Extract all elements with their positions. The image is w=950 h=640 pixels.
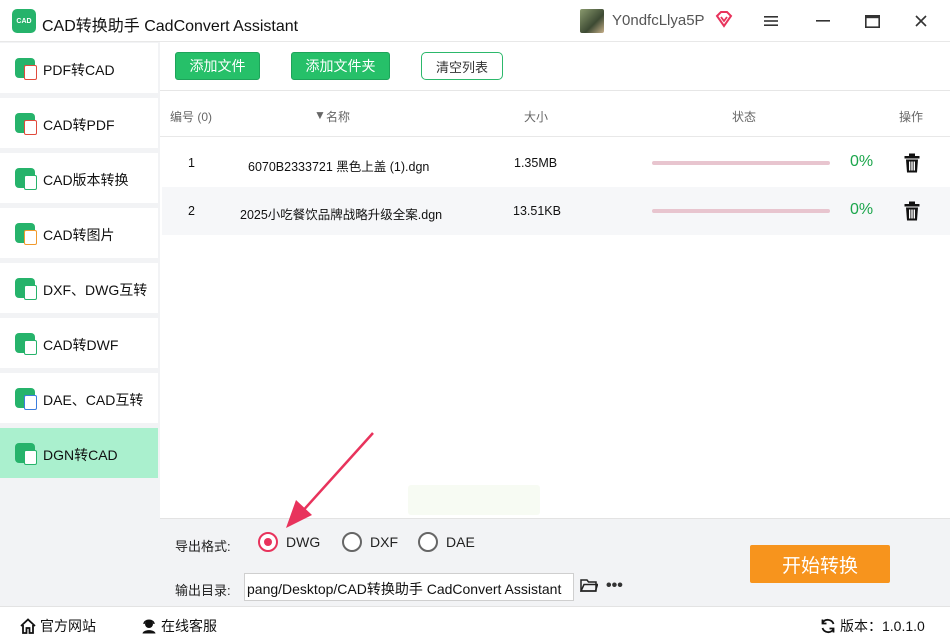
sidebar-item-label: DAE、CAD互转	[43, 392, 144, 408]
row-file-name: 2025小吃餐饮品牌战略升级全案.dgn	[240, 208, 443, 222]
output-dir-label: 输出目录:	[175, 583, 231, 598]
sidebar-item-label: CAD转PDF	[43, 117, 115, 133]
cad-to-dwf-icon	[15, 333, 37, 355]
radio-dae-label[interactable]: DAE	[446, 534, 475, 550]
radio-dxf-label[interactable]: DXF	[370, 534, 398, 550]
online-support-label: 在线客服	[161, 618, 217, 634]
progress-bar	[652, 161, 830, 165]
refresh-icon	[821, 618, 835, 634]
sidebar-item-dgn-to-cad[interactable]: DGN转CAD	[0, 428, 158, 478]
folder-icon[interactable]	[580, 577, 598, 593]
progress-percent: 0%	[850, 153, 874, 170]
table-row[interactable]: 1 6070B2333721 黑色上盖 (1).dgn 1.35MB 0%	[162, 139, 950, 187]
sidebar-item-label: DXF、DWG互转	[43, 282, 148, 298]
sidebar-item-label: CAD版本转换	[43, 172, 129, 188]
cad-to-pdf-icon	[15, 113, 37, 135]
row-file-size: 13.51KB	[513, 204, 561, 218]
progress-bar	[652, 209, 830, 213]
start-convert-button[interactable]: 开始转换	[750, 545, 890, 583]
dgn-to-cad-icon	[15, 443, 37, 465]
radio-dae[interactable]	[418, 532, 438, 552]
sidebar: PDF转CAD CAD转PDF CAD版本转换 CAD转图片 DXF、DWG互转…	[0, 42, 160, 606]
sidebar-item-label: DGN转CAD	[43, 447, 118, 463]
title-bar: CAD CAD转换助手 CadConvert Assistant Y0ndfcL…	[0, 0, 950, 42]
version-label: 版本：1.0.1.0	[840, 618, 925, 634]
table-header: 编号 (0) ▼ 名称 大小 状态 操作	[160, 91, 950, 137]
row-file-size: 1.35MB	[514, 156, 558, 170]
sidebar-item-cad-version[interactable]: CAD版本转换	[0, 153, 158, 203]
sidebar-item-label: PDF转CAD	[43, 62, 115, 78]
radio-dwg[interactable]	[258, 532, 278, 552]
sidebar-item-dxf-dwg[interactable]: DXF、DWG互转	[0, 263, 158, 313]
home-icon	[20, 618, 36, 634]
more-options-icon[interactable]: •••	[606, 577, 623, 595]
app-logo-icon: CAD	[12, 9, 36, 33]
cad-to-image-icon	[15, 223, 37, 245]
faint-overlay	[408, 485, 540, 515]
output-settings-panel: 导出格式: DWG DXF DAE 输出目录: pang/Desktop/CAD…	[160, 518, 950, 606]
app-title: CAD转换助手 CadConvert Assistant	[42, 18, 299, 35]
sort-desc-icon[interactable]: ▼	[314, 108, 326, 122]
file-table: 编号 (0) ▼ 名称 大小 状态 操作 1 6070B2333721 黑色上盖…	[160, 91, 950, 518]
header-name[interactable]: 名称	[326, 108, 350, 125]
sidebar-item-label: CAD转图片	[43, 227, 115, 243]
clear-list-button[interactable]: 清空列表	[421, 52, 503, 80]
radio-dxf[interactable]	[342, 532, 362, 552]
output-dir-field[interactable]: pang/Desktop/CAD转换助手 CadConvert Assistan…	[244, 573, 574, 601]
user-avatar[interactable]	[580, 9, 604, 33]
toolbar: 添加文件 添加文件夹 清空列表	[160, 42, 950, 91]
sidebar-item-cad-to-pdf[interactable]: CAD转PDF	[0, 98, 158, 148]
progress-percent: 0%	[850, 201, 874, 218]
trash-icon[interactable]	[904, 201, 920, 221]
username[interactable]: Y0ndfcLlya5P	[612, 12, 705, 29]
version-info[interactable]: 版本：1.0.1.0	[820, 616, 925, 636]
row-file-name: 6070B2333721 黑色上盖 (1).dgn	[248, 160, 430, 174]
header-size: 大小	[524, 110, 549, 124]
radio-dwg-label[interactable]: DWG	[286, 534, 320, 550]
maximize-icon[interactable]	[861, 10, 883, 32]
sidebar-item-dae-cad[interactable]: DAE、CAD互转	[0, 373, 158, 423]
official-website-link[interactable]: 官方网站	[20, 616, 96, 636]
row-index: 1	[188, 156, 195, 170]
add-file-button[interactable]: 添加文件	[175, 52, 260, 80]
trash-icon[interactable]	[904, 153, 920, 173]
pdf-to-cad-icon	[15, 58, 37, 80]
header-status: 状态	[732, 110, 757, 124]
menu-icon[interactable]	[760, 10, 782, 32]
minimize-icon[interactable]	[812, 10, 834, 32]
sidebar-item-cad-to-image[interactable]: CAD转图片	[0, 208, 158, 258]
vip-diamond-icon[interactable]	[715, 10, 733, 28]
support-agent-icon	[142, 619, 156, 634]
status-bar: 官方网站 在线客服 版本：1.0.1.0	[0, 606, 950, 640]
header-index: 编号 (0)	[170, 110, 213, 124]
sidebar-item-cad-to-dwf[interactable]: CAD转DWF	[0, 318, 158, 368]
official-website-label: 官方网站	[40, 618, 96, 634]
sidebar-item-pdf-to-cad[interactable]: PDF转CAD	[0, 43, 158, 93]
close-icon[interactable]	[910, 10, 932, 32]
header-action: 操作	[899, 110, 924, 124]
row-index: 2	[188, 204, 195, 218]
export-format-label: 导出格式:	[175, 539, 231, 554]
dae-cad-icon	[15, 388, 37, 410]
online-support-link[interactable]: 在线客服	[141, 616, 217, 636]
dxf-dwg-icon	[15, 278, 37, 300]
output-dir-value: pang/Desktop/CAD转换助手 CadConvert Assistan…	[247, 581, 562, 597]
cad-version-icon	[15, 168, 37, 190]
table-row[interactable]: 2 2025小吃餐饮品牌战略升级全案.dgn 13.51KB 0%	[162, 187, 950, 235]
add-folder-button[interactable]: 添加文件夹	[291, 52, 390, 80]
sidebar-item-label: CAD转DWF	[43, 337, 119, 353]
